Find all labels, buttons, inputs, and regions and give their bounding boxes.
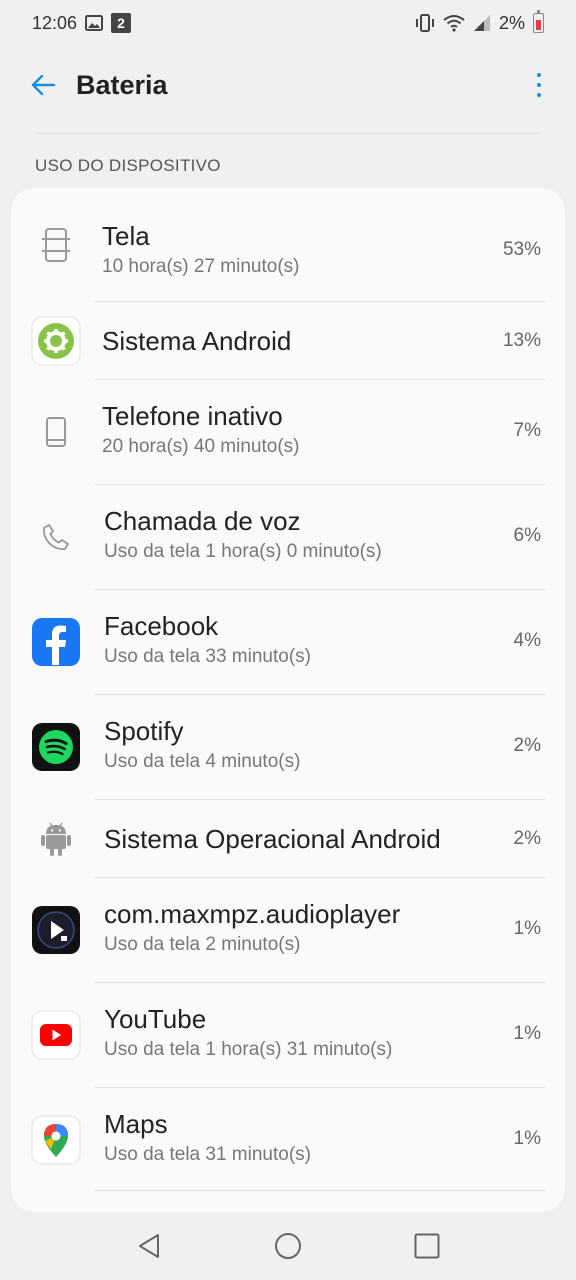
- item-percent: 4%: [513, 630, 541, 651]
- item-title: Maps: [104, 1109, 168, 1139]
- nav-back-button[interactable]: [129, 1226, 169, 1266]
- audioplayer-icon: [31, 905, 81, 955]
- usage-item-audioplayer[interactable]: com.maxmpz.audioplayer Uso da tela 2 min…: [11, 878, 565, 983]
- item-percent: 13%: [502, 330, 541, 351]
- maps-icon: [31, 1115, 81, 1165]
- nav-home-button[interactable]: [268, 1226, 308, 1266]
- usage-item-youtube[interactable]: YouTube Uso da tela 1 hora(s) 31 minuto(…: [11, 983, 565, 1088]
- item-title: YouTube: [104, 1004, 207, 1034]
- system-nav-bar: [0, 1212, 576, 1280]
- android-system-icon: [31, 316, 81, 366]
- item-title: Sistema Operacional Android: [104, 824, 441, 854]
- status-bar: 12:06 2 2%: [0, 0, 576, 46]
- phone-idle-icon: [31, 407, 81, 457]
- status-right: 2%: [415, 10, 544, 34]
- item-subtitle: Uso da tela 31 minuto(s): [104, 1144, 311, 1165]
- item-title: Tela: [102, 221, 150, 251]
- call-icon: [31, 512, 81, 562]
- usage-item-tela[interactable]: Tela 10 hora(s) 27 minuto(s) 53%: [11, 188, 565, 302]
- signal-icon: [473, 14, 491, 32]
- usage-item-facebook[interactable]: Facebook Uso da tela 33 minuto(s) 4%: [11, 590, 565, 695]
- screen-icon: [31, 220, 81, 270]
- item-percent: 6%: [513, 525, 541, 546]
- more-vert-icon: [537, 73, 541, 77]
- item-percent: 1%: [513, 1023, 541, 1044]
- item-percent: 2%: [513, 828, 541, 849]
- nav-back-icon: [139, 1234, 160, 1258]
- spotify-icon: [31, 722, 81, 772]
- item-title: Telefone inativo: [102, 401, 283, 431]
- item-subtitle: Uso da tela 2 minuto(s): [104, 934, 301, 955]
- item-subtitle: Uso da tela 33 minuto(s): [104, 646, 311, 667]
- item-title: Facebook: [104, 611, 219, 641]
- app-bar: Bateria: [0, 46, 576, 124]
- nav-recents-button[interactable]: [407, 1226, 447, 1266]
- usage-card: Tela 10 hora(s) 27 minuto(s) 53% Sistema…: [11, 188, 565, 1212]
- image-icon: [85, 15, 104, 31]
- item-subtitle: Uso da tela 4 minuto(s): [104, 751, 301, 772]
- more-options-button[interactable]: [524, 65, 554, 105]
- arrow-back-icon: [31, 74, 56, 96]
- status-time: 12:06: [32, 12, 78, 33]
- item-percent: 1%: [513, 1128, 541, 1149]
- item-subtitle: Uso da tela 1 hora(s) 31 minuto(s): [104, 1039, 393, 1060]
- item-percent: 7%: [513, 420, 541, 441]
- youtube-icon: [31, 1010, 81, 1060]
- item-title: com.maxmpz.audioplayer: [104, 899, 401, 929]
- item-subtitle: 10 hora(s) 27 minuto(s): [102, 256, 300, 277]
- item-title: Spotify: [104, 716, 184, 746]
- nav-home-icon: [274, 1233, 301, 1259]
- item-percent: 1%: [513, 918, 541, 939]
- usage-item-spotify[interactable]: Spotify Uso da tela 4 minuto(s) 2%: [11, 695, 565, 800]
- item-percent: 53%: [502, 239, 541, 260]
- facebook-icon: [31, 617, 81, 667]
- android-os-icon: [31, 814, 81, 864]
- nav-recents-icon: [414, 1233, 440, 1259]
- row-divider: [95, 1190, 545, 1191]
- usage-item-chamada-de-voz[interactable]: Chamada de voz Uso da tela 1 hora(s) 0 m…: [11, 485, 565, 590]
- divider: [36, 133, 540, 134]
- battery-percent: 2%: [498, 12, 525, 33]
- battery-icon: [533, 10, 544, 33]
- status-left: 12:06 2: [32, 12, 132, 34]
- item-title: Chamada de voz: [104, 506, 301, 536]
- usage-item-maps[interactable]: Maps Uso da tela 31 minuto(s) 1%: [11, 1088, 565, 1193]
- item-subtitle: 20 hora(s) 40 minuto(s): [102, 436, 300, 457]
- usage-item-sistema-android[interactable]: Sistema Android 13%: [11, 302, 565, 380]
- notification-count-badge: 2: [111, 13, 132, 33]
- item-subtitle: Uso da tela 1 hora(s) 0 minuto(s): [104, 541, 382, 562]
- vibrate-icon: [415, 14, 435, 32]
- item-percent: 2%: [513, 735, 541, 756]
- section-header: USO DO DISPOSITIVO: [35, 156, 221, 175]
- item-title: Sistema Android: [102, 326, 292, 356]
- usage-item-sistema-operacional-android[interactable]: Sistema Operacional Android 2%: [11, 800, 565, 878]
- usage-item-telefone-inativo[interactable]: Telefone inativo 20 hora(s) 40 minuto(s)…: [11, 380, 565, 485]
- page-title: Bateria: [76, 69, 168, 100]
- wifi-icon: [443, 14, 465, 32]
- back-button[interactable]: [28, 70, 58, 100]
